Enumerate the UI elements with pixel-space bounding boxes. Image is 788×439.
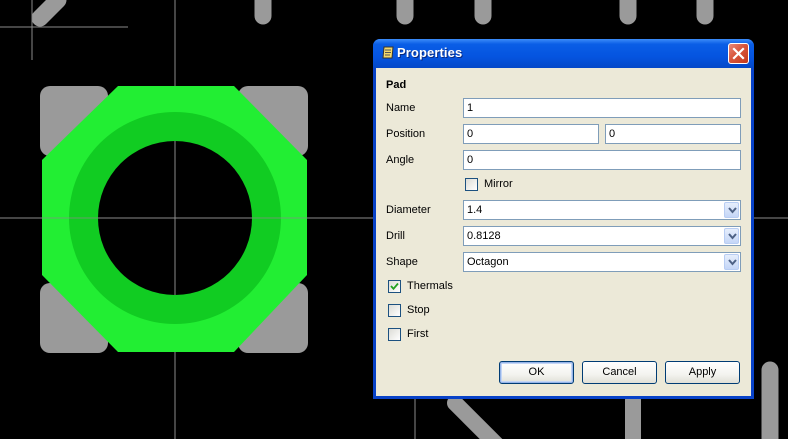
position-x-input[interactable]: 0	[463, 124, 599, 144]
first-label: First	[407, 328, 429, 340]
dialog-title: Properties	[397, 45, 463, 60]
drill-value: 0.8128	[467, 230, 501, 242]
chevron-down-icon	[728, 207, 737, 214]
shape-value: Octagon	[467, 256, 509, 268]
mirror-checkbox[interactable]	[465, 178, 478, 191]
stop-label: Stop	[407, 304, 430, 316]
close-icon	[732, 47, 745, 60]
close-button[interactable]	[728, 43, 749, 64]
first-checkbox[interactable]	[388, 328, 401, 341]
section-title-pad: Pad	[386, 79, 407, 91]
diameter-combobox[interactable]: 1.4	[463, 200, 741, 220]
checkmark-icon	[390, 282, 399, 291]
angle-label: Angle	[386, 154, 415, 166]
drill-label: Drill	[386, 230, 405, 242]
drill-dropdown-button[interactable]	[724, 228, 739, 244]
diameter-value: 1.4	[467, 204, 483, 216]
ok-button[interactable]: OK	[499, 361, 574, 384]
diameter-dropdown-button[interactable]	[724, 202, 739, 218]
shape-dropdown-button[interactable]	[724, 254, 739, 270]
shape-label: Shape	[386, 256, 418, 268]
drill-combobox[interactable]: 0.8128	[463, 226, 741, 246]
pad-properties-icon	[382, 46, 394, 59]
thermals-label: Thermals	[407, 280, 453, 292]
chevron-down-icon	[728, 233, 737, 240]
chevron-down-icon	[728, 259, 737, 266]
cancel-button[interactable]: Cancel	[582, 361, 657, 384]
apply-button[interactable]: Apply	[665, 361, 740, 384]
name-label: Name	[386, 102, 416, 114]
position-label: Position	[386, 128, 426, 140]
stop-checkbox[interactable]	[388, 304, 401, 317]
shape-combobox[interactable]: Octagon	[463, 252, 741, 272]
position-y-input[interactable]: 0	[605, 124, 741, 144]
thermals-checkbox[interactable]	[388, 280, 401, 293]
angle-input[interactable]: 0	[463, 150, 741, 170]
name-input[interactable]: 1	[463, 98, 741, 118]
dialog-titlebar[interactable]: Properties	[373, 39, 754, 68]
diameter-label: Diameter	[386, 204, 431, 216]
properties-dialog: Properties Pad Name 1 Position 0 0 Angle…	[373, 39, 754, 399]
dialog-body: Pad Name 1 Position 0 0 Angle 0 Mirror D…	[376, 68, 751, 396]
mirror-label: Mirror	[484, 178, 513, 190]
